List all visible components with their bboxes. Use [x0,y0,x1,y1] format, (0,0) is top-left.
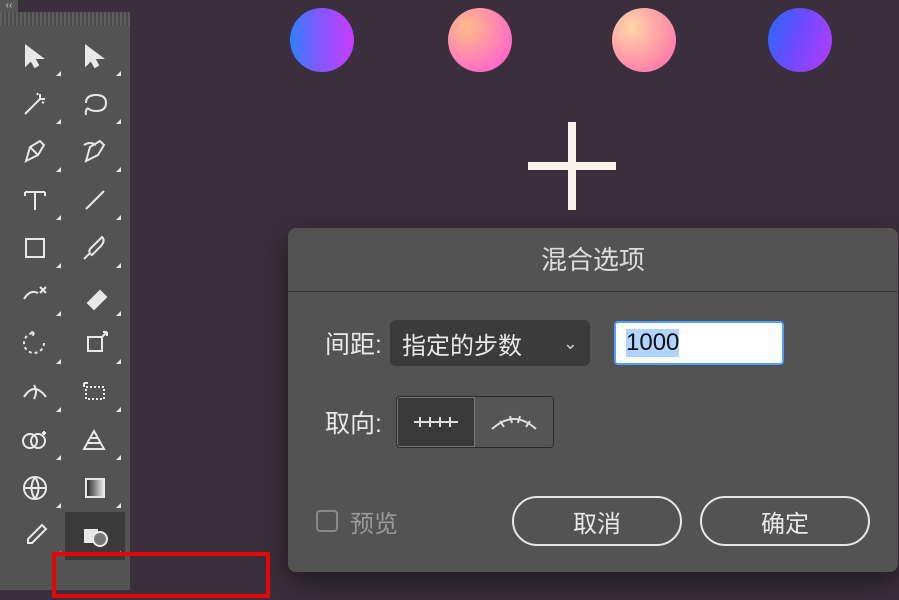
crosshair-cursor-icon [528,122,616,210]
spacing-value-input[interactable] [614,321,784,365]
panel-grip[interactable] [0,12,130,26]
width-tool[interactable] [5,368,65,416]
type-tool[interactable] [5,176,65,224]
shaper-tool[interactable] [5,272,65,320]
orientation-label: 取向: [318,404,390,440]
lasso-tool[interactable] [65,80,125,128]
pen-tool[interactable] [5,128,65,176]
cancel-button[interactable]: 取消 [512,496,682,546]
magic-wand-tool[interactable] [5,80,65,128]
spacing-mode-select[interactable]: 指定的步数 ⌄ [390,320,590,366]
spacing-mode-value: 指定的步数 [402,326,522,361]
line-tool[interactable] [65,176,125,224]
shape-builder-tool[interactable] [5,416,65,464]
gradient-tool[interactable] [65,464,125,512]
gradient-circle-3[interactable] [612,8,676,72]
gradient-circle-2[interactable] [448,8,512,72]
gradient-circle-4[interactable] [768,8,832,72]
chevron-down-icon: ⌄ [563,333,578,354]
ok-button[interactable]: 确定 [700,496,870,546]
dialog-title: 混合选项 [288,228,898,292]
spacing-label: 间距: [318,325,390,361]
scale-tool[interactable] [65,320,125,368]
selection-tool[interactable] [5,32,65,80]
mesh-tool[interactable] [5,464,65,512]
gradient-circle-1[interactable] [290,8,354,72]
perspective-grid-tool[interactable] [65,416,125,464]
blend-options-dialog: 混合选项 间距: 指定的步数 ⌄ 取向: 预览 取消 确 [288,228,898,572]
orientation-align-page[interactable] [397,397,475,447]
eraser-tool[interactable] [65,272,125,320]
direct-selection-tool[interactable] [65,32,125,80]
preview-label: 预览 [350,504,398,539]
free-transform-tool[interactable] [65,368,125,416]
preview-checkbox[interactable] [316,510,338,532]
curvature-tool[interactable] [65,128,125,176]
orientation-align-path[interactable] [475,397,553,447]
rectangle-tool[interactable] [5,224,65,272]
paintbrush-tool[interactable] [65,224,125,272]
highlight-annotation [52,552,270,598]
tool-panel [0,12,130,590]
panel-collapse[interactable]: ‹‹ [0,0,18,12]
rotate-tool[interactable] [5,320,65,368]
